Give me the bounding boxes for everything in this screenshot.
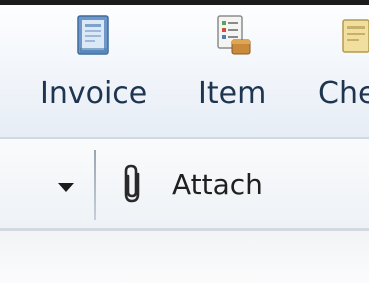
dropdown-arrow-icon[interactable] xyxy=(58,183,74,192)
invoice-button[interactable]: Invoice xyxy=(40,14,147,110)
check-button[interactable]: Che xyxy=(318,14,369,110)
attach-button[interactable]: Attach xyxy=(118,162,263,206)
invoice-icon xyxy=(76,15,109,55)
check-label: Che xyxy=(318,76,369,111)
item-icon xyxy=(217,15,251,55)
paperclip-icon xyxy=(124,164,140,203)
toolbar-separator xyxy=(94,150,96,220)
attach-label: Attach xyxy=(172,167,263,201)
content-area xyxy=(0,231,369,283)
item-label: Item xyxy=(198,76,267,111)
item-button[interactable]: Item xyxy=(198,14,266,110)
check-icon xyxy=(342,19,369,53)
invoice-label: Invoice xyxy=(40,76,148,111)
